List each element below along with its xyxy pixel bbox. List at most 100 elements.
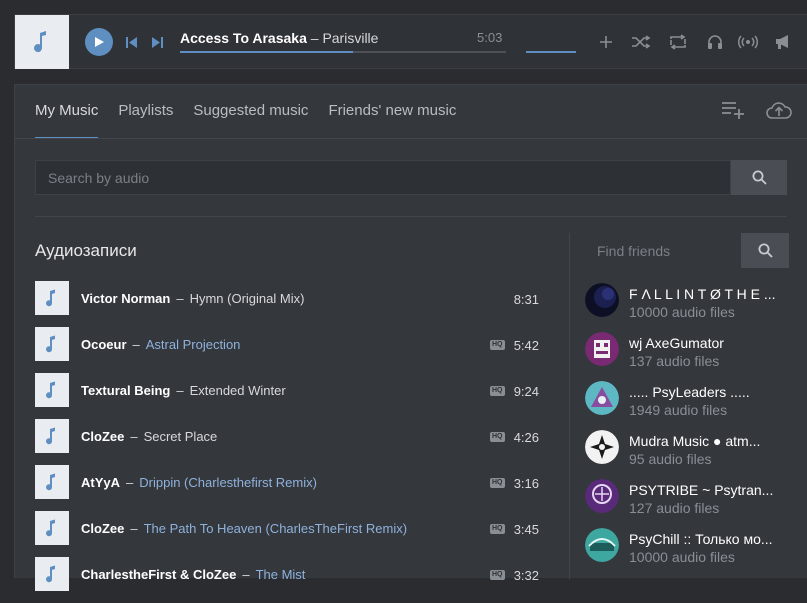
broadcast-icon <box>737 35 759 49</box>
friend-item[interactable]: PSYTRIBE ~ Psytran... 127 audio files <box>585 479 807 528</box>
friend-item[interactable]: Mudra Music ● atm... 95 audio files <box>585 430 807 479</box>
track-play-thumb[interactable] <box>35 511 69 545</box>
track-name: CharlestheFirst & CloZee – The Mist <box>81 567 305 582</box>
audio-search-button[interactable] <box>731 160 787 195</box>
friend-avatar[interactable] <box>585 283 619 317</box>
track-duration: 9:24 <box>513 384 539 399</box>
hq-badge: HQ <box>490 478 505 488</box>
music-tabs: My Music Playlists Suggested music Frien… <box>35 102 456 139</box>
music-panel: My Music Playlists Suggested music Frien… <box>14 84 807 591</box>
music-note-icon <box>46 565 55 583</box>
create-playlist-button[interactable] <box>721 100 745 125</box>
track-artist[interactable]: Textural Being <box>81 383 170 398</box>
previous-track-button[interactable] <box>125 34 139 50</box>
track-title[interactable]: Drippin (Charlesthefirst Remix) <box>139 475 317 490</box>
friend-name[interactable]: PsyChill :: Только мо... <box>629 531 807 547</box>
track-artist[interactable]: CharlestheFirst & CloZee <box>81 567 236 582</box>
track-separator: – <box>132 337 140 352</box>
friend-avatar[interactable] <box>585 332 619 366</box>
track-play-thumb[interactable] <box>35 281 69 315</box>
track-artist[interactable]: Ocoeur <box>81 337 127 352</box>
search-icon <box>752 170 767 185</box>
track-duration: 4:26 <box>513 430 539 445</box>
friend-item[interactable]: PsyChill :: Только мо... 10000 audio file… <box>585 528 807 577</box>
friend-audio-count: 1949 audio files <box>629 402 728 418</box>
next-track-button[interactable] <box>150 34 164 50</box>
track-artist[interactable]: CloZee <box>81 521 124 536</box>
add-to-my-music-button[interactable] <box>595 32 617 52</box>
add-icon <box>600 36 612 48</box>
friend-audio-count: 10000 audio files <box>629 304 735 320</box>
play-button[interactable] <box>85 28 113 56</box>
friend-item[interactable]: ..... PsyLeaders ..... 1949 audio files <box>585 381 807 430</box>
track-name: Ocoeur – Astral Projection <box>81 337 240 352</box>
friend-avatar[interactable] <box>585 479 619 513</box>
track-title[interactable]: Astral Projection <box>146 337 241 352</box>
progress-fill <box>180 51 353 53</box>
track-title[interactable]: The Path To Heaven (CharlesTheFirst Remi… <box>144 521 407 536</box>
track-artist[interactable]: CloZee <box>81 429 124 444</box>
track-separator: – <box>176 291 184 306</box>
friend-item[interactable]: wj AxeGumator 137 audio files <box>585 332 807 381</box>
friend-name[interactable]: ..... PsyLeaders ..... <box>629 384 807 400</box>
track-time[interactable]: 5:03 <box>477 30 502 45</box>
track-duration: 3:32 <box>513 568 539 583</box>
track-row[interactable]: CloZee – The Path To Heaven (CharlesTheFir… <box>35 511 547 557</box>
audio-output-button[interactable] <box>704 32 726 52</box>
track-row[interactable]: AtYyA – Drippin (Charlesthefirst Remix) HQ 3… <box>35 465 547 511</box>
tab-playlists[interactable]: Playlists <box>118 102 173 139</box>
track-row[interactable]: Textural Being – Extended Winter HQ 9:24 <box>35 373 547 419</box>
track-title: Hymn (Original Mix) <box>189 291 305 306</box>
track-artist[interactable]: AtYyA <box>81 475 120 490</box>
track-name: AtYyA – Drippin (Charlesthefirst Remix) <box>81 475 317 490</box>
friend-item[interactable]: F Λ L L I N T Ø T H E ... 10000 audio fil… <box>585 283 807 332</box>
friend-name[interactable]: F Λ L L I N T Ø T H E ... <box>629 286 807 302</box>
volume-slider[interactable] <box>526 51 576 53</box>
column-divider <box>569 233 570 579</box>
tab-suggested-music[interactable]: Suggested music <box>193 102 308 139</box>
shuffle-icon <box>632 35 651 49</box>
now-playing-artist[interactable]: Access To Arasaka <box>180 30 307 46</box>
friend-name[interactable]: Mudra Music ● atm... <box>629 433 807 449</box>
audio-search-input[interactable] <box>35 160 731 195</box>
friend-name[interactable]: wj AxeGumator <box>629 335 807 351</box>
track-duration: 3:45 <box>513 522 539 537</box>
track-row[interactable]: CloZee – Secret Place HQ 4:26 <box>35 419 547 465</box>
friend-avatar[interactable] <box>585 430 619 464</box>
friends-list: F Λ L L I N T Ø T H E ... 10000 audio fil… <box>585 283 807 577</box>
track-play-thumb[interactable] <box>35 419 69 453</box>
announce-button[interactable] <box>772 32 794 52</box>
upload-audio-button[interactable] <box>765 100 793 125</box>
tab-my-music[interactable]: My Music <box>35 102 99 139</box>
track-play-thumb[interactable] <box>35 557 69 591</box>
track-artist[interactable]: Victor Norman <box>81 291 170 306</box>
repeat-button[interactable] <box>667 32 689 52</box>
find-friends-input[interactable] <box>585 233 741 268</box>
track-title[interactable]: The Mist <box>256 567 306 582</box>
track-play-thumb[interactable] <box>35 327 69 361</box>
track-row[interactable]: CharlestheFirst & CloZee – The Mist HQ 3:32 <box>35 557 547 603</box>
track-title: Secret Place <box>143 429 218 444</box>
track-play-thumb[interactable] <box>35 373 69 407</box>
friends-search <box>585 233 790 268</box>
megaphone-icon <box>776 35 788 49</box>
friend-avatar[interactable] <box>585 528 619 562</box>
music-note-icon <box>34 31 46 53</box>
broadcast-button[interactable] <box>737 32 759 52</box>
friend-avatar[interactable] <box>585 381 619 415</box>
tab-friends-new-music[interactable]: Friends' new music <box>328 102 456 139</box>
track-separator: – <box>126 475 134 490</box>
track-row[interactable]: Victor Norman – Hymn (Original Mix) 8:31 <box>35 281 547 327</box>
music-note-icon <box>46 519 55 537</box>
shuffle-button[interactable] <box>630 32 652 52</box>
hq-badge: HQ <box>490 524 505 534</box>
friend-name[interactable]: PSYTRIBE ~ Psytran... <box>629 482 807 498</box>
audio-player-bar: Access To Arasaka – Parisville 5:03 <box>14 14 807 69</box>
friend-audio-count: 137 audio files <box>629 353 720 369</box>
track-play-thumb[interactable] <box>35 465 69 499</box>
track-list: Victor Norman – Hymn (Original Mix) 8:31 Oco… <box>35 281 547 603</box>
progress-bar[interactable] <box>180 51 506 53</box>
friend-audio-count: 95 audio files <box>629 451 712 467</box>
find-friends-button[interactable] <box>741 233 789 268</box>
track-row[interactable]: Ocoeur – Astral Projection HQ 5:42 <box>35 327 547 373</box>
